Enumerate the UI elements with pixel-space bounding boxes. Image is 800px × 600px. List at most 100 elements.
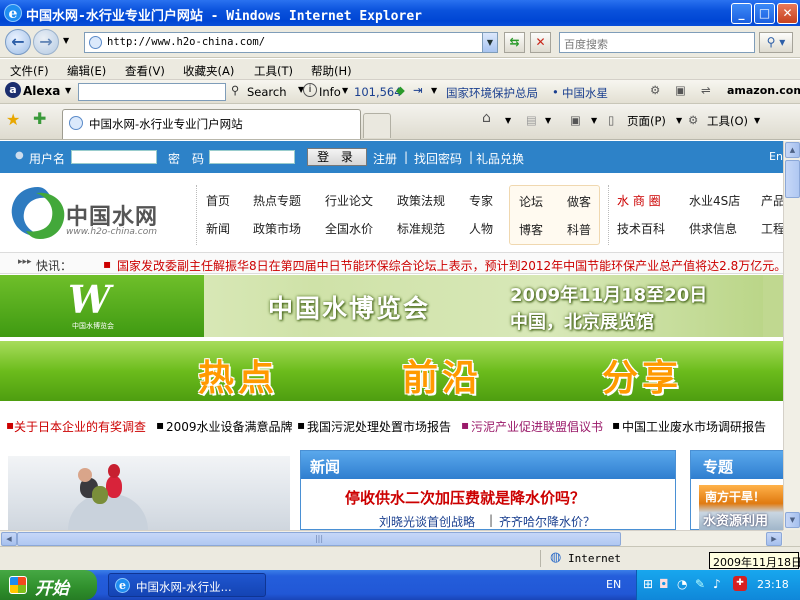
update-icon[interactable]: ◔ [677, 577, 687, 591]
refresh-button[interactable]: ⇆ [504, 32, 525, 53]
topic-header[interactable]: 专题 [691, 451, 783, 479]
nav-supply[interactable]: 供求信息 [689, 220, 737, 237]
alexa-dropdown-icon[interactable]: ▼ [65, 86, 71, 95]
horizontal-scrollbar[interactable]: ◀ ||| ▶ [0, 530, 783, 546]
news-header[interactable]: 新闻 [301, 451, 675, 479]
nav-hot-topics[interactable]: 热点专题 [253, 192, 301, 209]
address-field[interactable]: http://www.h2o-china.com/ ▼ [84, 32, 498, 53]
favorites-star-icon[interactable]: ★ [6, 110, 20, 129]
nav-tech-wiki[interactable]: 技术百科 [617, 220, 665, 237]
back-button[interactable]: ← [5, 29, 31, 55]
nav-water-price[interactable]: 全国水价 [325, 220, 373, 237]
link-brand-2009[interactable]: 2009水业设备满意品牌 [166, 418, 293, 435]
page-dropdown-icon[interactable]: ▼ [676, 116, 682, 125]
username-input[interactable] [71, 150, 157, 164]
security-icon[interactable]: ◘ [659, 577, 669, 591]
stop-button[interactable]: ✕ [530, 32, 551, 53]
info-dropdown-icon[interactable]: ▼ [342, 86, 348, 95]
nav-experts[interactable]: 专家 [469, 192, 493, 209]
nav-news[interactable]: 新闻 [206, 220, 230, 237]
close-button[interactable]: ✕ [777, 3, 798, 24]
clock[interactable]: 23:18 [757, 578, 789, 591]
volume-icon[interactable]: ♪ [713, 577, 721, 591]
network-icon[interactable]: ⊞ [643, 577, 653, 591]
scroll-down-icon[interactable]: ▼ [785, 512, 800, 528]
topic-banner[interactable]: 南方干旱！ 水资源利用 [699, 485, 783, 530]
tools-dropdown-icon[interactable]: ▼ [754, 116, 760, 125]
menu-tools[interactable]: 工具(T) [254, 63, 293, 79]
vertical-scrollbar[interactable]: ▲ ▼ [783, 141, 800, 530]
link-sludge-alliance[interactable]: 污泥产业促进联盟倡议书 [471, 418, 603, 435]
forgot-password-link[interactable]: 找回密码 [414, 150, 462, 167]
window-title-bar[interactable]: e 中国水网-水行业专业门户网站 - Windows Internet Expl… [0, 0, 800, 26]
scroll-thumb[interactable] [785, 160, 800, 198]
page-menu[interactable]: 页面(P) [627, 113, 666, 129]
amazon-link[interactable]: amazon.com. [727, 84, 800, 97]
menu-edit[interactable]: 编辑(E) [67, 63, 106, 79]
nav-4s-store[interactable]: 水业4S店 [689, 192, 740, 209]
search-button[interactable]: ⚲ ▾ [759, 32, 793, 53]
nav-science[interactable]: 科普 [567, 221, 591, 238]
gear-icon[interactable]: ⚙ [650, 83, 660, 97]
feeds-icon[interactable]: ▤ [526, 113, 537, 127]
print-icon[interactable]: ▣ [570, 113, 581, 127]
nav-guest[interactable]: 做客 [567, 193, 591, 210]
nav-standards[interactable]: 标准规范 [397, 220, 445, 237]
link-water-star[interactable]: 中国水星 [562, 85, 608, 101]
alexa-brand[interactable]: Alexa [23, 84, 60, 98]
site-logo[interactable]: 中国水网 www.h2o-china.com [8, 183, 188, 243]
login-button[interactable]: 登 录 [307, 148, 367, 166]
nav-policy[interactable]: 政策法规 [397, 192, 445, 209]
alexa-info-button[interactable]: Info [319, 85, 341, 99]
ticker-text[interactable]: 国家发改委副主任解振华8日在第四届中日节能环保综合论坛上表示，预计到2012年中… [117, 257, 783, 274]
history-dropdown-icon[interactable]: ▼ [63, 36, 69, 45]
nav-people[interactable]: 人物 [469, 220, 493, 237]
menu-help[interactable]: 帮助(H) [311, 63, 352, 79]
password-input[interactable] [209, 150, 295, 164]
menu-view[interactable]: 查看(V) [125, 63, 165, 79]
forward-button[interactable]: → [33, 29, 59, 55]
expo-banner[interactable]: W 中国水博览会 中国水博览会 2009年11月18至20日 中国，北京展览馆 [0, 275, 783, 337]
add-favorites-icon[interactable]: ✚ [33, 109, 46, 128]
nav-blog[interactable]: 博客 [519, 221, 543, 238]
search-input[interactable]: 百度搜索 [559, 32, 755, 53]
hot-banner[interactable]: 热点 前沿 分享 [0, 341, 783, 401]
nav-engineering[interactable]: 工程 [761, 220, 783, 237]
taskbar-ie-window[interactable]: e 中国水网-水行业... [108, 573, 266, 597]
maximize-button[interactable]: □ [754, 3, 775, 24]
link-japan-survey[interactable]: 关于日本企业的有奖调查 [14, 418, 146, 435]
english-link[interactable]: En [769, 150, 783, 163]
print-icon[interactable]: ▣ [675, 83, 686, 97]
print-dropdown-icon[interactable]: ▼ [591, 116, 597, 125]
settings-icon[interactable]: ✎ [695, 577, 705, 591]
news-photo[interactable] [8, 456, 290, 530]
feeds-dropdown-icon[interactable]: ▼ [545, 116, 551, 125]
new-tab-button[interactable] [363, 113, 391, 138]
news-sub-link-1[interactable]: 刘晓光谈首创战略 [379, 513, 475, 530]
tools-menu[interactable]: 工具(O) [707, 113, 748, 129]
news-sub-link-2[interactable]: 齐齐哈尔降水价？ [499, 513, 595, 530]
address-dropdown-icon[interactable]: ▼ [482, 33, 497, 52]
nav-forum[interactable]: 论坛 [519, 193, 543, 210]
redirect-dropdown-icon[interactable]: ▼ [431, 86, 437, 95]
register-link[interactable]: 注册 [373, 150, 397, 167]
alexa-search-button[interactable]: Search [247, 85, 287, 99]
share-icon[interactable]: ⇌ [701, 83, 711, 97]
nav-papers[interactable]: 行业论文 [325, 192, 373, 209]
scroll-left-icon[interactable]: ◀ [1, 532, 17, 546]
link-industrial-wastewater[interactable]: 中国工业废水市场调研报告 [622, 418, 766, 435]
redirect-icon[interactable]: ⇥ [413, 83, 423, 97]
scroll-thumb[interactable]: ||| [17, 532, 621, 546]
nav-water-biz[interactable]: 水 商 圈 [617, 192, 661, 209]
antivirus-icon[interactable]: ✚ [733, 576, 747, 591]
news-headline[interactable]: 停收供水二次加压费就是降水价吗？ [345, 487, 585, 508]
link-sludge-report[interactable]: 我国污泥处理处置市场报告 [307, 418, 451, 435]
home-dropdown-icon[interactable]: ▼ [505, 116, 511, 125]
tab-active[interactable]: 中国水网-水行业专业门户网站 [62, 109, 361, 139]
home-icon[interactable]: ⌂ [482, 110, 491, 126]
minimize-button[interactable]: _ [731, 3, 752, 24]
link-env-bureau[interactable]: 国家环境保护总局 [446, 85, 538, 101]
menu-file[interactable]: 文件(F) [10, 63, 49, 79]
gift-link[interactable]: 礼品兑换 [476, 150, 524, 167]
nav-home[interactable]: 首页 [206, 192, 230, 209]
